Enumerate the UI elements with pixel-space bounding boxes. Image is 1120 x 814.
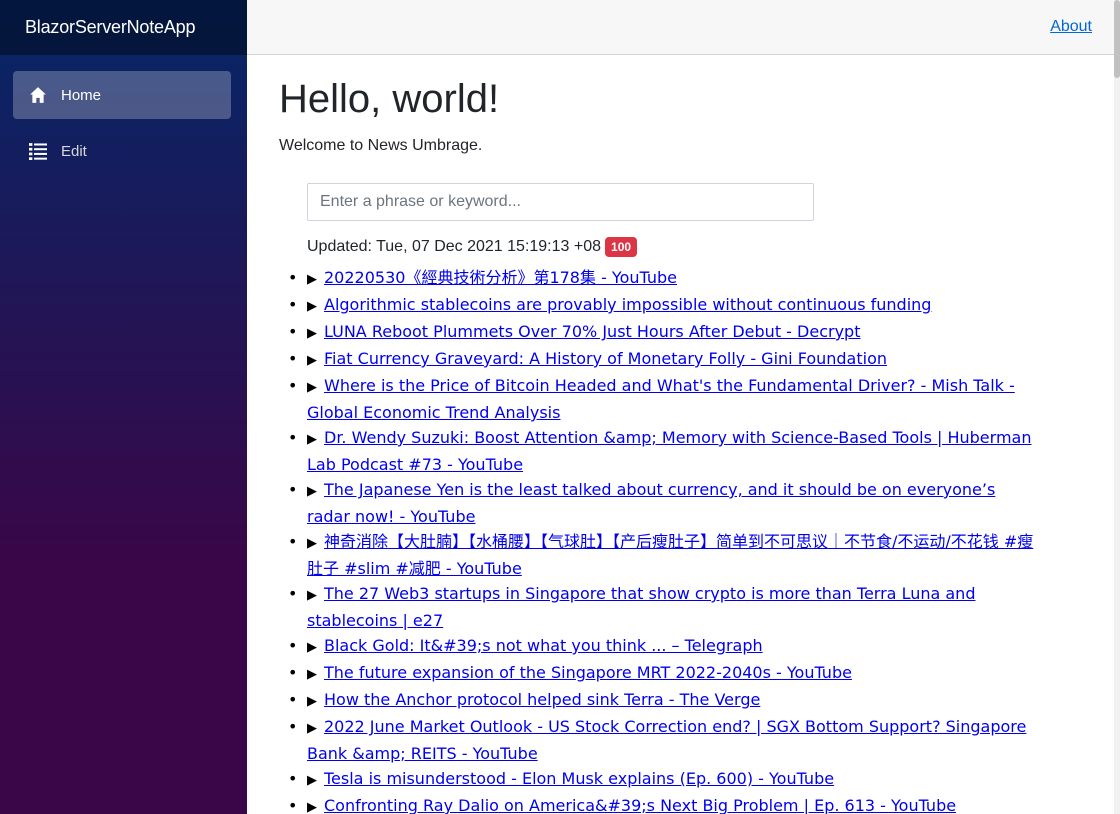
sidebar-item-label: Home	[61, 86, 102, 104]
list-item: ▶ Tesla is misunderstood - Elon Musk expl…	[288, 766, 1039, 793]
list-item: ▶ How the Anchor protocol helped sink Ter…	[288, 687, 1039, 714]
sidebar: BlazorServerNoteApp Home Edit	[0, 0, 247, 814]
list-item: ▶ Algorithmic stablecoins are provably im…	[288, 292, 1039, 319]
news-item-link[interactable]: Fiat Currency Graveyard: A History of Mo…	[324, 349, 887, 368]
news-item-link[interactable]: LUNA Reboot Plummets Over 70% Just Hours…	[324, 322, 860, 341]
top-row: About	[247, 0, 1120, 55]
list-item: ▶ Black Gold: It&#39;s not what you think…	[288, 633, 1039, 660]
list-item: ▶Where is the Price of Bitcoin Headed an…	[288, 373, 1039, 425]
expand-toggle-icon[interactable]: ▶	[307, 768, 319, 793]
list-icon	[29, 142, 47, 160]
expand-toggle-icon[interactable]: ▶	[307, 689, 319, 714]
sidebar-nav: Home Edit	[0, 55, 247, 175]
home-icon	[29, 86, 47, 104]
brand-link[interactable]: BlazorServerNoteApp	[25, 17, 195, 38]
expand-toggle-icon[interactable]: ▶	[307, 427, 319, 452]
sidebar-item-edit[interactable]: Edit	[13, 127, 231, 175]
app-root: BlazorServerNoteApp Home Edit About Hell…	[0, 0, 1120, 814]
news-item-link[interactable]: 20220530《經典技術分析》第178集 - YouTube	[324, 268, 677, 287]
news-item-link[interactable]: Where is the Price of Bitcoin Headed and…	[307, 376, 1015, 422]
news-item-link[interactable]: The future expansion of the Singapore MR…	[324, 663, 852, 682]
expand-toggle-icon[interactable]: ▶	[307, 795, 319, 814]
expand-toggle-icon[interactable]: ▶	[307, 583, 319, 608]
list-item: ▶ 20220530《經典技術分析》第178集 - YouTube	[288, 265, 1039, 292]
news-item-link[interactable]: 神奇消除【大肚腩】【水桶腰】【气球肚】【产后瘦肚子】简单到不可思议｜不节食/不运…	[307, 532, 1033, 578]
expand-toggle-icon[interactable]: ▶	[307, 267, 319, 292]
news-item-link[interactable]: Confronting Ray Dalio on America&#39;s N…	[324, 796, 956, 814]
news-item-link[interactable]: Black Gold: It&#39;s not what you think …	[324, 636, 763, 655]
brand-bar: BlazorServerNoteApp	[0, 0, 247, 55]
news-item-link[interactable]: 2022 June Market Outlook - US Stock Corr…	[307, 717, 1026, 763]
news-item-link[interactable]: Algorithmic stablecoins are provably imp…	[324, 295, 931, 314]
news-item-link[interactable]: Dr. Wendy Suzuki: Boost Attention &amp; …	[307, 428, 1031, 474]
expand-toggle-icon[interactable]: ▶	[307, 348, 319, 373]
expand-toggle-icon[interactable]: ▶	[307, 375, 319, 400]
list-item: ▶2022 June Market Outlook - US Stock Cor…	[288, 714, 1039, 766]
expand-toggle-icon[interactable]: ▶	[307, 716, 319, 741]
list-item: ▶ Fiat Currency Graveyard: A History of M…	[288, 346, 1039, 373]
news-item-link[interactable]: The 27 Web3 startups in Singapore that s…	[307, 584, 975, 630]
list-item: ▶Dr. Wendy Suzuki: Boost Attention &amp;…	[288, 425, 1039, 477]
content: Hello, world! Welcome to News Umbrage. U…	[247, 55, 1120, 814]
welcome-text: Welcome to News Umbrage.	[279, 137, 483, 154]
news-item-link[interactable]: Tesla is misunderstood - Elon Musk expla…	[324, 769, 834, 788]
sidebar-item-label: Edit	[61, 142, 87, 160]
updated-text: Updated: Tue, 07 Dec 2021 15:19:13 +08	[307, 238, 602, 255]
list-item: ▶The 27 Web3 startups in Singapore that …	[288, 581, 1039, 633]
expand-toggle-icon[interactable]: ▶	[307, 479, 319, 504]
updated-line: Updated: Tue, 07 Dec 2021 15:19:13 +08 1…	[307, 237, 1039, 257]
about-link[interactable]: About	[1050, 18, 1092, 36]
expand-toggle-icon[interactable]: ▶	[307, 635, 319, 660]
expand-toggle-icon[interactable]: ▶	[307, 531, 319, 556]
expand-toggle-icon[interactable]: ▶	[307, 294, 319, 319]
list-item: ▶神奇消除【大肚腩】【水桶腰】【气球肚】【产后瘦肚子】简单到不可思议｜不节食/不…	[288, 529, 1039, 581]
scrollbar[interactable]	[1114, 0, 1120, 814]
list-item: ▶ Confronting Ray Dalio on America&#39;s …	[288, 793, 1039, 814]
news-feed: Updated: Tue, 07 Dec 2021 15:19:13 +08 1…	[279, 183, 1039, 814]
list-item: ▶ LUNA Reboot Plummets Over 70% Just Hour…	[288, 319, 1039, 346]
list-item: ▶ The future expansion of the Singapore M…	[288, 660, 1039, 687]
expand-toggle-icon[interactable]: ▶	[307, 662, 319, 687]
expand-toggle-icon[interactable]: ▶	[307, 321, 319, 346]
search-input[interactable]	[307, 183, 814, 221]
news-list: ▶ 20220530《經典技術分析》第178集 - YouTube ▶ Algorit…	[288, 265, 1039, 814]
count-badge: 100	[605, 237, 638, 257]
list-item: ▶The Japanese Yen is the least talked ab…	[288, 477, 1039, 529]
scrollbar-thumb[interactable]	[1114, 0, 1120, 78]
sidebar-item-home[interactable]: Home	[13, 71, 231, 119]
page-title: Hello, world!	[279, 77, 500, 121]
main-panel: About Hello, world! Welcome to News Umbr…	[247, 0, 1120, 814]
news-item-link[interactable]: How the Anchor protocol helped sink Terr…	[324, 690, 760, 709]
news-item-link[interactable]: The Japanese Yen is the least talked abo…	[307, 480, 995, 526]
